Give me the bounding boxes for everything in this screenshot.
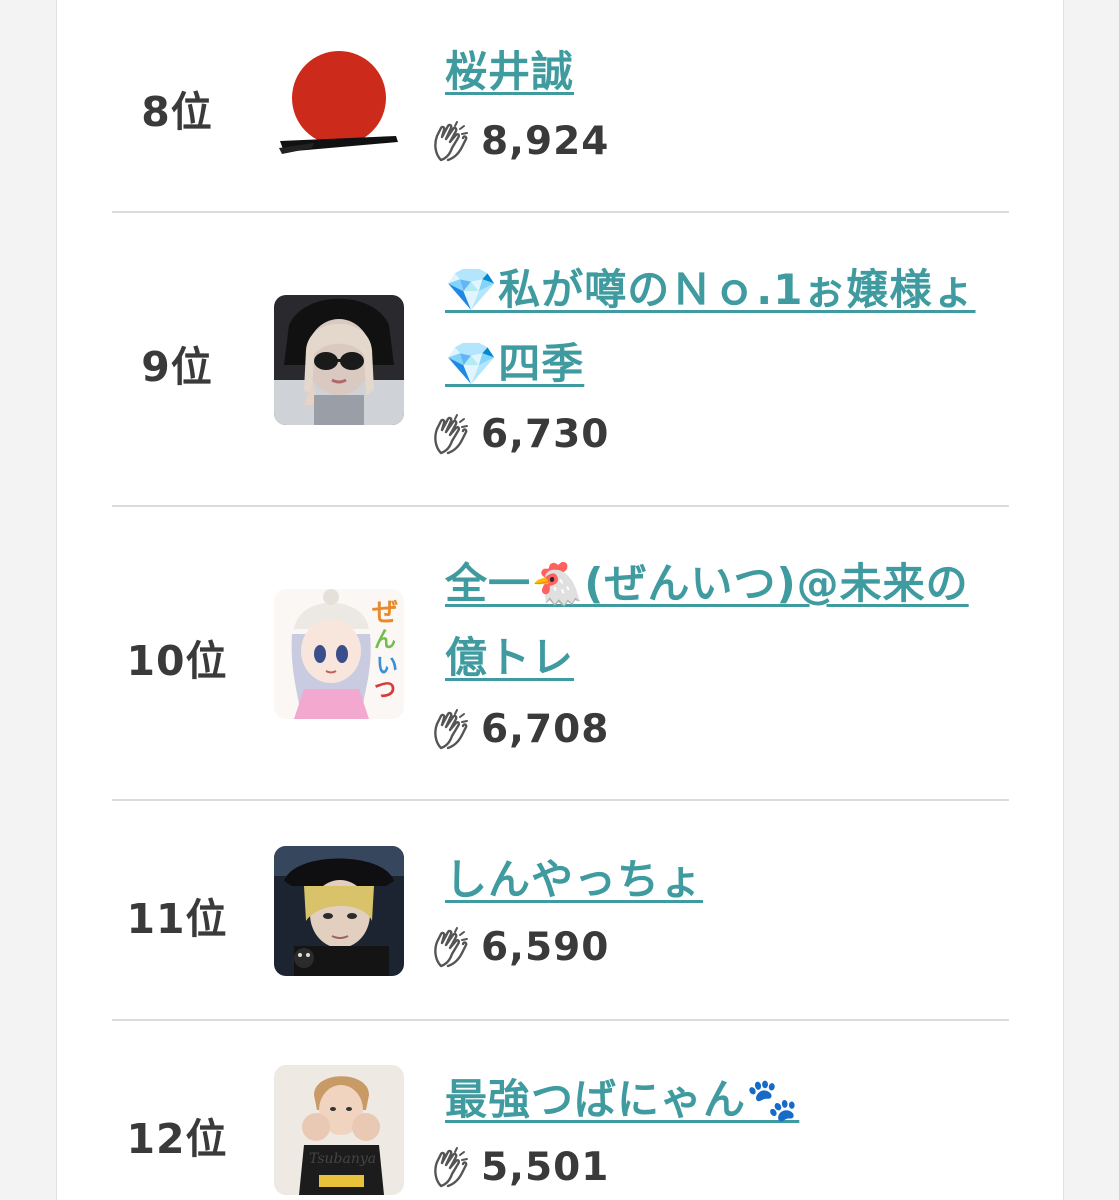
clapping-hands-icon (434, 414, 468, 455)
rising-sun-avatar[interactable] (274, 40, 404, 170)
boxer-woman-avatar[interactable]: Tsubanya (274, 1065, 404, 1195)
rank-label: 11位 (126, 895, 228, 943)
clapping-hands-icon (434, 1147, 468, 1188)
user-name-link[interactable]: 桜井誠 (445, 35, 1005, 109)
user-name-link[interactable]: しんやっちょ (445, 843, 1005, 917)
clap-count: 8,924 (481, 118, 610, 164)
row-divider (112, 799, 1009, 801)
clap-count-row: 6,590 (431, 922, 609, 972)
clap-count: 6,708 (481, 706, 610, 752)
row-divider (112, 211, 1009, 213)
svg-text:ぜ: ぜ (372, 598, 398, 628)
clapping-hands-icon (434, 927, 468, 968)
clap-count: 6,590 (481, 924, 610, 970)
row-divider (112, 505, 1009, 507)
rank-label: 10位 (126, 637, 228, 685)
anime-girl-avatar[interactable]: ぜ ん い つ (274, 589, 404, 719)
clap-count: 5,501 (481, 1144, 610, 1190)
clap-count-row: 6,730 (431, 409, 609, 459)
clap-count-row: 6,708 (431, 704, 609, 754)
user-name-link[interactable]: 💎私が噂のＮｏ.1ぉ嬢様ょ💎四季 (445, 253, 1005, 401)
user-name-link[interactable]: 全一🐔(ぜんいつ)@未来の億トレ (445, 547, 1005, 695)
svg-text:つ: つ (374, 678, 396, 703)
svg-text:い: い (376, 654, 398, 679)
rank-label: 8位 (141, 88, 213, 136)
clapping-hands-icon (434, 121, 468, 162)
svg-text:ん: ん (374, 628, 396, 653)
ranking-panel: 8位 桜井誠 8,924 9位 💎私が噂のＮｏ.1ぉ嬢様ょ💎四季 6,730 1… (56, 0, 1064, 1200)
clap-count-row: 8,924 (431, 116, 609, 166)
clap-count-row: 5,501 (431, 1142, 609, 1192)
clap-count: 6,730 (481, 411, 610, 457)
rank-label: 9位 (141, 343, 213, 391)
woman-sunglasses-avatar[interactable] (274, 295, 404, 425)
man-hat-avatar[interactable] (274, 846, 404, 976)
user-name-link[interactable]: 最強つばにゃん🐾 (445, 1063, 1005, 1137)
rank-label: 12位 (126, 1115, 228, 1163)
row-divider (112, 1019, 1009, 1021)
svg-text:Tsubanya: Tsubanya (309, 1151, 376, 1167)
clapping-hands-icon (434, 709, 468, 750)
